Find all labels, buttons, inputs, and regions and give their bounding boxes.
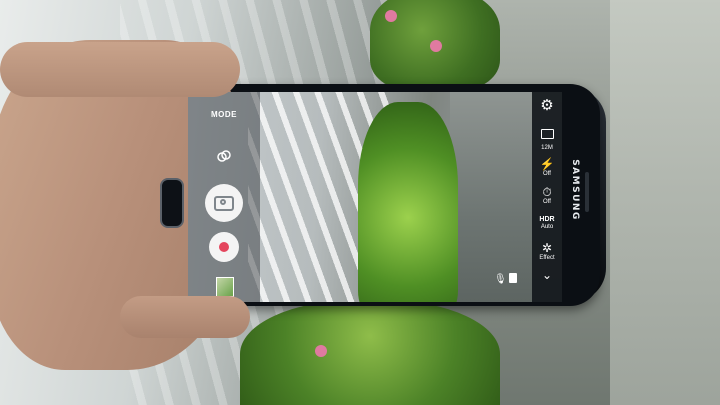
- shutter-button[interactable]: [205, 184, 243, 222]
- effect-toggle-icon[interactable]: [214, 146, 234, 166]
- resolution-icon: [540, 129, 554, 139]
- camera-screen[interactable]: MODE 🎙 ⚙ 12M ⚡ Off ⏱ Off HDR Auto ✲ Effe…: [188, 92, 562, 302]
- effect-icon: ✲: [541, 241, 553, 255]
- effect-label: Effect: [539, 255, 555, 261]
- background-curb: [610, 0, 720, 405]
- flower: [315, 345, 327, 357]
- home-button[interactable]: [160, 178, 184, 228]
- effect-setting[interactable]: ✲ Effect: [532, 242, 562, 261]
- chevron-down-icon[interactable]: ⌄: [532, 268, 562, 282]
- viewfinder-hedge: [358, 102, 458, 302]
- mode-button[interactable]: MODE: [188, 110, 260, 119]
- camera-shutter-icon: [214, 195, 234, 211]
- record-button[interactable]: [209, 232, 239, 262]
- background-hedge-bottom: [240, 300, 500, 405]
- thumb: [120, 296, 250, 338]
- brand-logo: SAMSUNG: [570, 159, 580, 221]
- index-finger: [0, 42, 240, 97]
- camera-left-panel: MODE: [188, 92, 260, 302]
- record-icon: [219, 242, 229, 252]
- gear-icon[interactable]: ⚙: [532, 96, 562, 114]
- flower: [385, 10, 397, 22]
- microphone-icon: 🎙: [494, 274, 507, 285]
- gallery-thumbnail[interactable]: [216, 277, 234, 297]
- flower: [430, 40, 442, 52]
- resolution-setting[interactable]: 12M: [532, 126, 562, 151]
- document-icon: [509, 273, 517, 283]
